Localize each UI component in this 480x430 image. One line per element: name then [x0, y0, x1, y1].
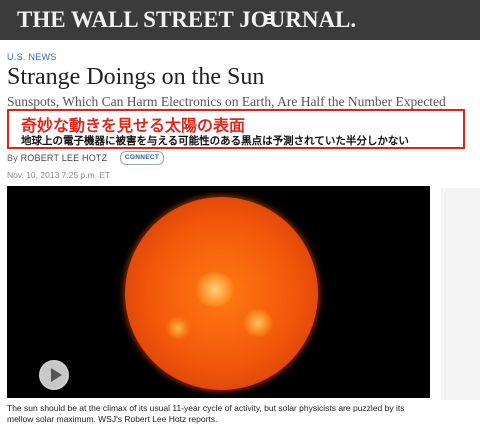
wsj-logo[interactable]: THE WALL STREET JOURNAL.: [17, 7, 356, 33]
byline: By ROBERT LEE HOTZ: [7, 153, 107, 163]
play-icon[interactable]: [39, 360, 69, 390]
section-label[interactable]: U.S. NEWS: [7, 52, 57, 62]
article-headline: Strange Doings on the Sun: [7, 64, 265, 90]
author-name[interactable]: ROBERT LEE HOTZ: [21, 153, 108, 163]
article-subheadline: Sunspots, Which Can Harm Electronics on …: [7, 94, 446, 109]
sun-image: [125, 197, 318, 390]
video-player[interactable]: [7, 186, 430, 398]
masthead: THE WALL STREET JOURNAL.: [0, 0, 480, 40]
byline-prefix: By: [7, 153, 18, 163]
translation-subtitle: 地球上の電子機器に被害を与える可能性のある黒点は予測されていた半分しかない: [21, 135, 409, 147]
video-caption: The sun should be at the climax of its u…: [7, 403, 405, 424]
hamburger-menu-icon[interactable]: [265, 14, 273, 26]
connect-button[interactable]: CONNECT: [120, 151, 164, 165]
side-rail: [441, 188, 480, 400]
timestamp: Nov. 10, 2013 7:25 p.m. ET: [7, 170, 111, 180]
translation-annotation-box: 奇妙な動きを見せる太陽の表面 地球上の電子機器に被害を与える可能性のある黒点は予…: [7, 109, 465, 149]
